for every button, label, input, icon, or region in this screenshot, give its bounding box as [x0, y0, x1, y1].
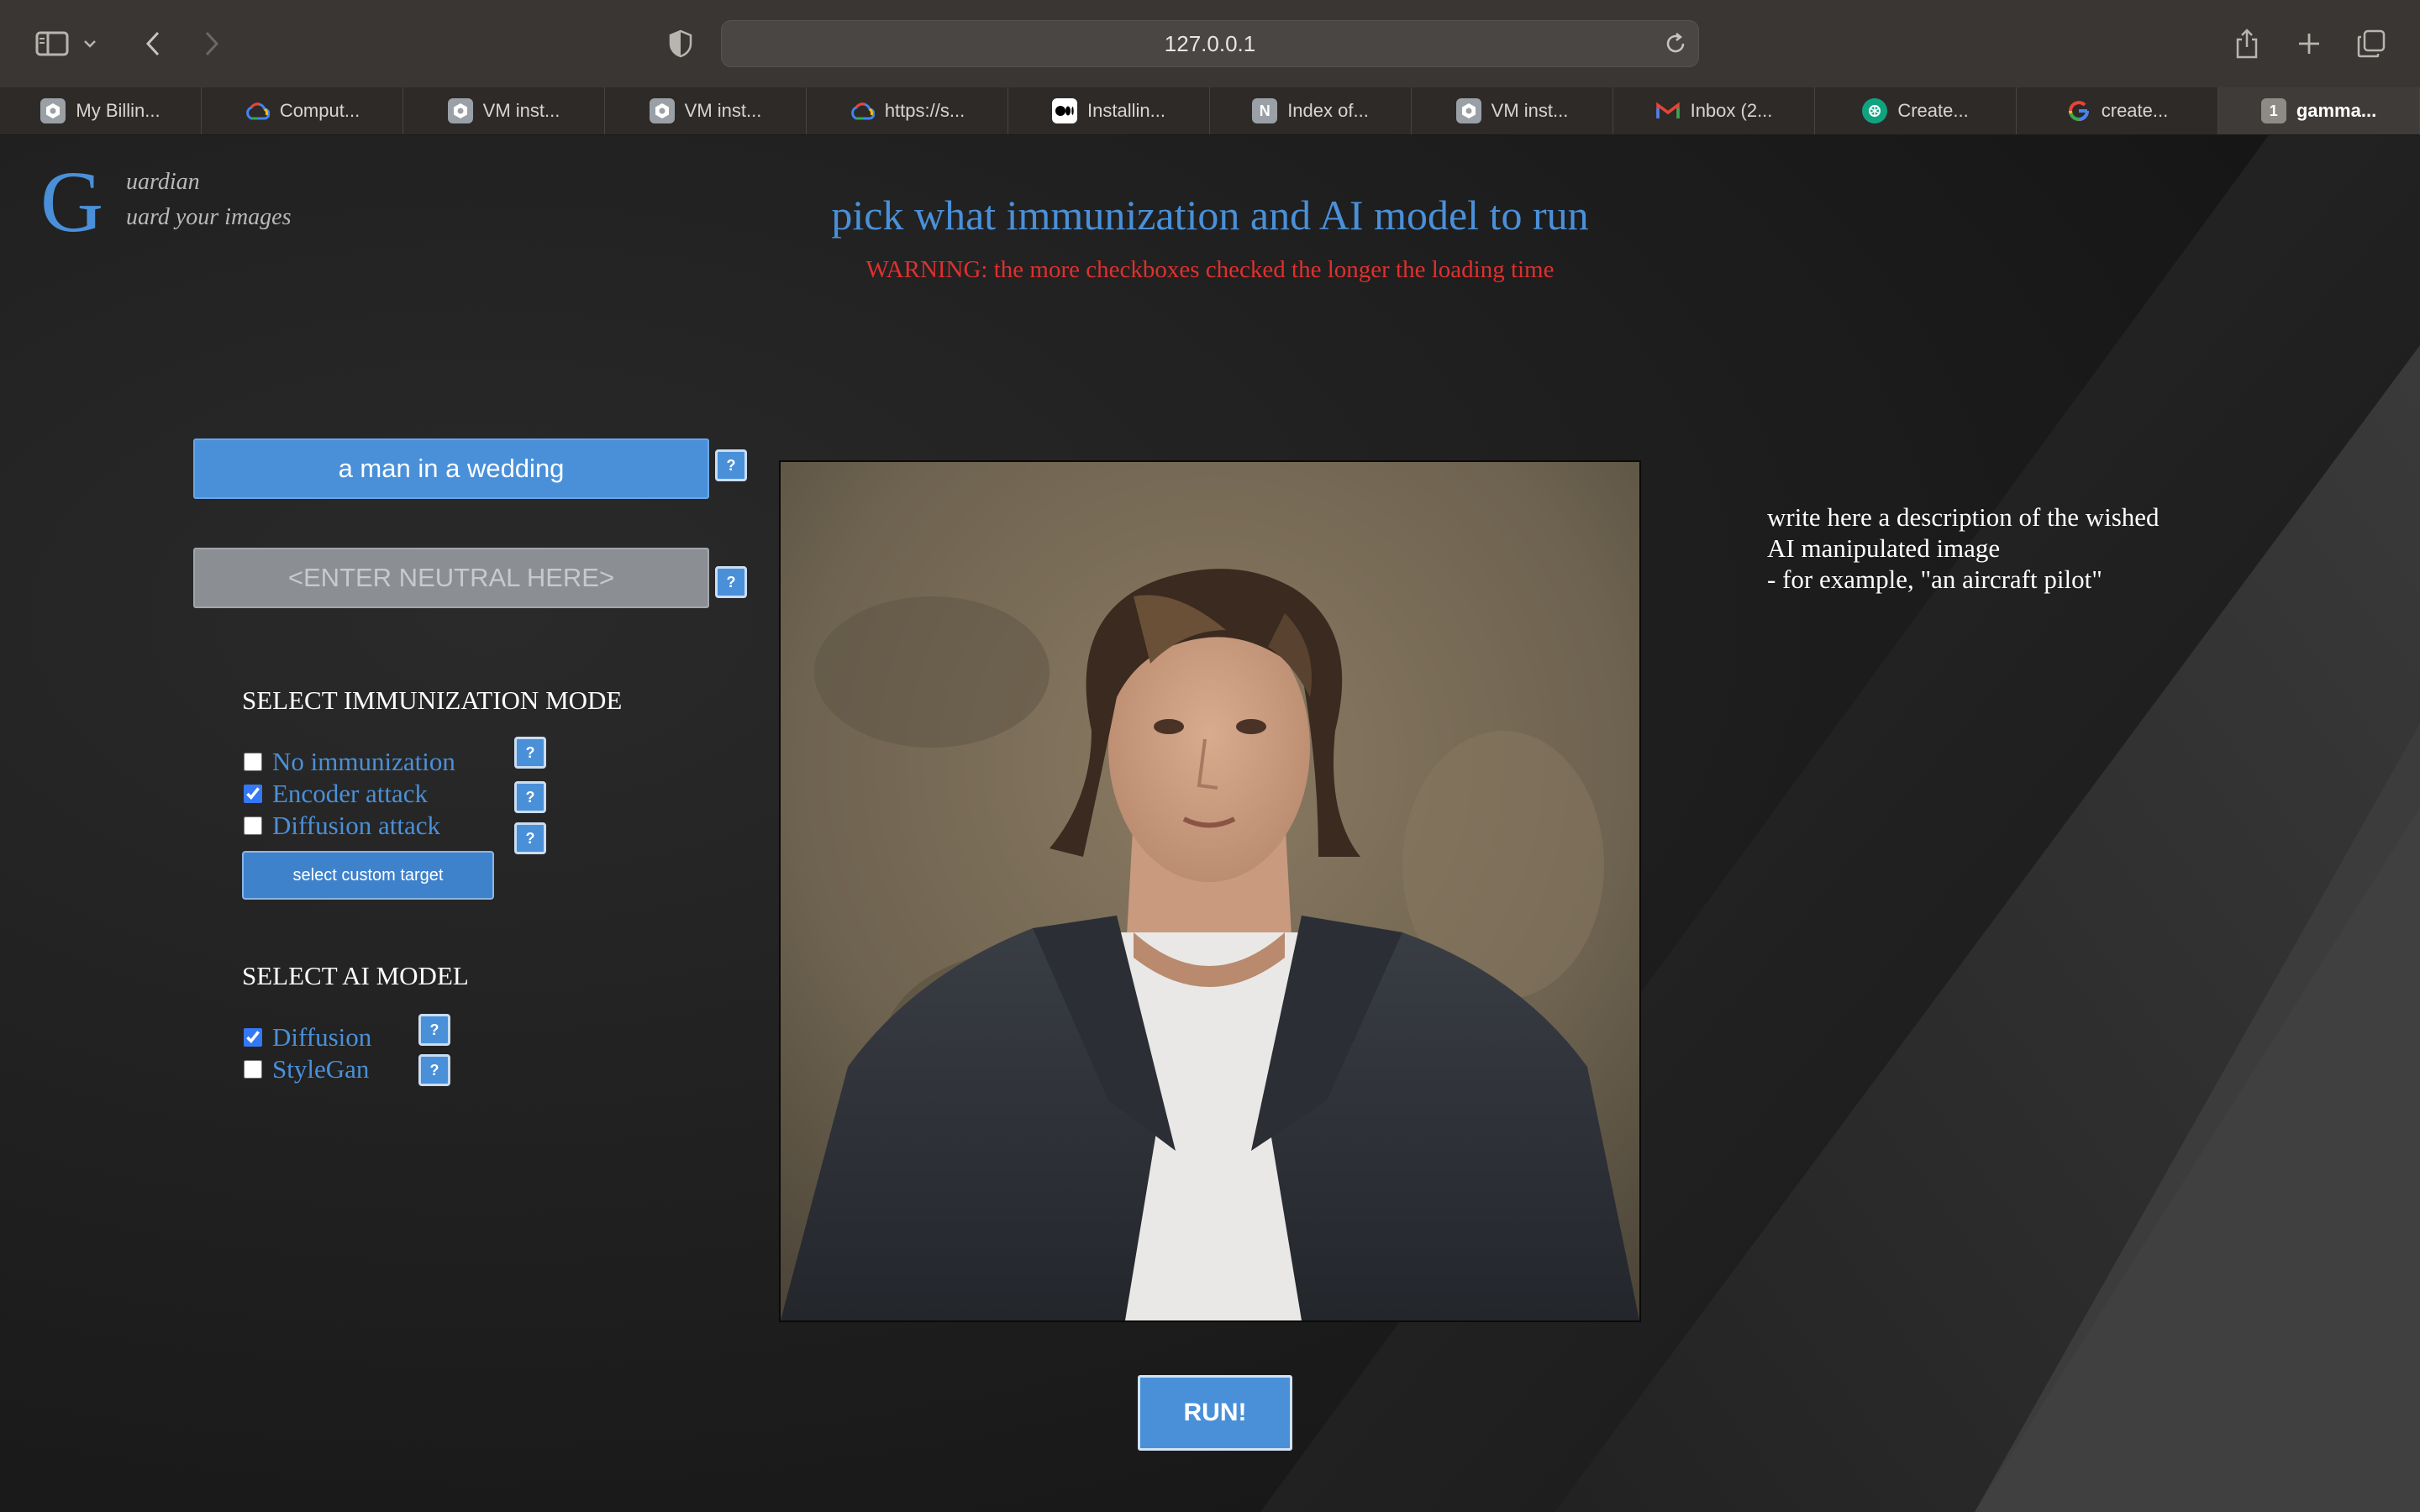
new-tab-icon[interactable]	[2289, 24, 2329, 64]
gcp-hex-icon	[649, 98, 675, 123]
browser-tab[interactable]: VM inst...	[403, 87, 605, 134]
prompt-input[interactable]	[193, 438, 709, 499]
immunization-section-title: SELECT IMMUNIZATION MODE	[242, 685, 623, 715]
browser-tab[interactable]: https://s...	[807, 87, 1008, 134]
back-icon[interactable]	[133, 24, 173, 64]
browser-tab[interactable]: Comput...	[202, 87, 403, 134]
tab-label: https://s...	[884, 100, 965, 121]
ai-model-section-title: SELECT AI MODEL	[242, 961, 469, 990]
warning-text: WARNING: the more checkboxes checked the…	[865, 256, 1555, 283]
chevron-down-icon[interactable]	[77, 24, 103, 64]
browser-tab[interactable]: N Index of...	[1210, 87, 1412, 134]
privacy-shield-icon[interactable]	[660, 24, 701, 64]
option-stylegan-model[interactable]: StyleGan	[244, 1054, 369, 1084]
encoder-attack-help-button[interactable]: ?	[514, 781, 546, 813]
share-icon[interactable]	[2227, 24, 2267, 64]
address-bar[interactable]: 127.0.0.1	[721, 20, 1699, 67]
stylegan-model-checkbox[interactable]	[244, 1060, 262, 1079]
option-diffusion-attack[interactable]: Diffusion attack	[244, 811, 440, 841]
tab-label: Inbox (2...	[1690, 100, 1773, 121]
page-title: pick what immunization and AI model to r…	[831, 192, 1589, 239]
url-text: 127.0.0.1	[1164, 31, 1256, 56]
option-label: StyleGan	[272, 1054, 370, 1084]
gcp-hex-icon	[447, 98, 473, 123]
browser-tab[interactable]: Inbox (2...	[1613, 87, 1815, 134]
no-immunization-help-button[interactable]: ?	[514, 737, 546, 769]
neutral-prompt-input[interactable]	[193, 548, 709, 608]
description-line: - for example, "an aircraft pilot"	[1767, 564, 2102, 594]
description-help-text: write here a description of the wished A…	[1767, 501, 2238, 595]
tab-label: Index of...	[1287, 100, 1369, 121]
tab-label: VM inst...	[684, 100, 762, 121]
select-custom-target-button[interactable]: select custom target	[242, 851, 494, 900]
openai-icon	[1862, 98, 1888, 123]
browser-toolbar: 127.0.0.1	[0, 0, 2420, 88]
medium-icon	[1052, 98, 1078, 123]
description-line: AI manipulated image	[1767, 533, 2001, 563]
numbered-tab-icon: 1	[2260, 98, 2286, 123]
option-no-immunization[interactable]: No immunization	[244, 747, 455, 777]
browser-tab[interactable]: VM inst...	[605, 87, 807, 134]
browser-tab[interactable]: My Billin...	[0, 87, 202, 134]
notion-icon: N	[1252, 98, 1278, 123]
google-cloud-icon	[850, 98, 875, 123]
diffusion-attack-help-button[interactable]: ?	[514, 822, 546, 854]
tab-label: VM inst...	[1491, 100, 1569, 121]
browser-tab-active[interactable]: 1 gamma...	[2218, 87, 2420, 134]
tab-label: gamma...	[2296, 100, 2377, 121]
run-button[interactable]: RUN!	[1138, 1375, 1292, 1451]
gcp-hex-icon	[40, 98, 66, 123]
diffusion-attack-checkbox[interactable]	[244, 816, 262, 835]
gcp-hex-icon	[1455, 98, 1481, 123]
diffusion-model-checkbox[interactable]	[244, 1028, 262, 1047]
forward-icon[interactable]	[192, 24, 232, 64]
browser-tab[interactable]: Installin...	[1008, 87, 1210, 134]
tab-label: My Billin...	[76, 100, 160, 121]
option-label: No immunization	[272, 747, 455, 776]
stylegan-model-help-button[interactable]: ?	[418, 1054, 450, 1086]
option-label: Diffusion attack	[272, 811, 441, 840]
tab-label: Create...	[1897, 100, 1969, 121]
description-line: write here a description of the wished	[1767, 502, 2160, 532]
option-label: Diffusion	[272, 1022, 372, 1052]
encoder-attack-checkbox[interactable]	[244, 785, 262, 803]
uploaded-portrait-image	[779, 460, 1641, 1322]
tab-label: Comput...	[279, 100, 360, 121]
prompt-help-button[interactable]: ?	[715, 449, 747, 481]
option-label: Encoder attack	[272, 779, 429, 808]
google-cloud-icon	[245, 98, 270, 123]
browser-tab[interactable]: create...	[2017, 87, 2218, 134]
tab-label: VM inst...	[482, 100, 560, 121]
reload-icon[interactable]	[1663, 31, 1688, 56]
sidebar-toggle-icon[interactable]	[32, 24, 72, 64]
tab-bar: My Billin... Comput... VM inst... VM ins…	[0, 87, 2420, 135]
browser-tab[interactable]: Create...	[1815, 87, 2017, 134]
gmail-icon	[1655, 98, 1681, 123]
option-diffusion-model[interactable]: Diffusion	[244, 1022, 371, 1053]
tab-label: create...	[2101, 100, 2169, 121]
no-immunization-checkbox[interactable]	[244, 753, 262, 771]
browser-tab[interactable]: VM inst...	[1412, 87, 1613, 134]
google-icon	[2066, 98, 2091, 123]
diffusion-model-help-button[interactable]: ?	[418, 1014, 450, 1046]
neutral-help-button[interactable]: ?	[715, 566, 747, 598]
page-content: G uardian uard your images pick what imm…	[0, 135, 2420, 1512]
tab-overview-icon[interactable]	[2351, 24, 2391, 64]
tab-label: Installin...	[1087, 100, 1165, 121]
option-encoder-attack[interactable]: Encoder attack	[244, 779, 428, 809]
